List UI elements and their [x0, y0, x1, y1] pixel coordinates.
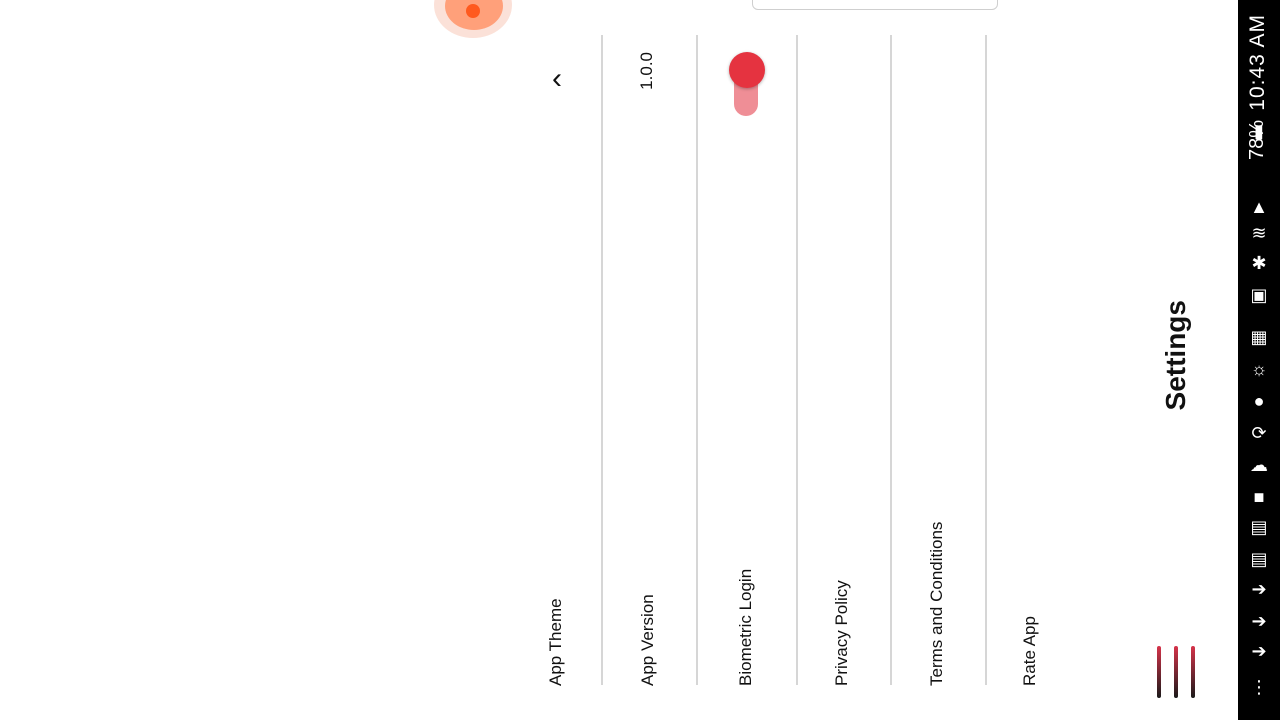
terms-item[interactable]: Terms and Conditions: [927, 440, 947, 686]
top-card: [752, 0, 998, 10]
news-icon: ▤: [1250, 548, 1268, 569]
status-time: 10:43 AM: [1246, 14, 1269, 111]
cast-icon: ▣: [1250, 284, 1268, 305]
divider: [985, 35, 987, 685]
notification-icon: ➔: [1251, 640, 1267, 661]
privacy-policy-item[interactable]: Privacy Policy: [832, 440, 852, 686]
biometric-login-label: Biometric Login: [736, 568, 755, 686]
divider: [696, 35, 698, 685]
more-icon[interactable]: ⋮: [1247, 676, 1271, 698]
app-version-label: App Version: [638, 594, 657, 686]
fab-dot-icon: [466, 4, 480, 18]
divider: [890, 35, 892, 685]
page-title: Settings: [1160, 300, 1191, 411]
rate-app-item[interactable]: Rate App: [1020, 440, 1040, 686]
divider: [601, 35, 603, 685]
sync-icon: ⟳: [1251, 422, 1267, 443]
alarm-icon: ☼: [1250, 358, 1268, 379]
settings-screen: Settings Rate App Terms and Conditions P…: [0, 0, 1238, 720]
cloud-icon: ☁: [1250, 454, 1268, 475]
signal-icon: ▲: [1250, 196, 1268, 217]
notification-icon: ➔: [1251, 578, 1267, 599]
nfc-icon: ▦: [1250, 326, 1268, 347]
app-version-value: 1.0.0: [637, 52, 656, 90]
wallet-icon: ■: [1253, 486, 1265, 507]
toggle-knob[interactable]: [729, 52, 765, 88]
record-icon: ●: [1253, 390, 1265, 411]
battery-icon: ▮: [1254, 120, 1264, 141]
status-bar: 10:43 AM 78% ▮ ▲ ≋ ✱ ▣ ▦ ☼ ● ⟳ ☁ ■ ▤ ▤ ➔…: [1238, 0, 1280, 720]
divider: [796, 35, 798, 685]
news-icon: ▤: [1250, 516, 1268, 537]
wifi-icon: ≋: [1251, 222, 1267, 243]
chevron-left-icon[interactable]: ‹: [544, 64, 570, 94]
notification-icon: ➔: [1251, 610, 1267, 631]
menu-icon[interactable]: [1155, 646, 1197, 698]
app-theme-item[interactable]: App Theme: [546, 440, 566, 686]
bluetooth-icon: ✱: [1251, 252, 1267, 273]
